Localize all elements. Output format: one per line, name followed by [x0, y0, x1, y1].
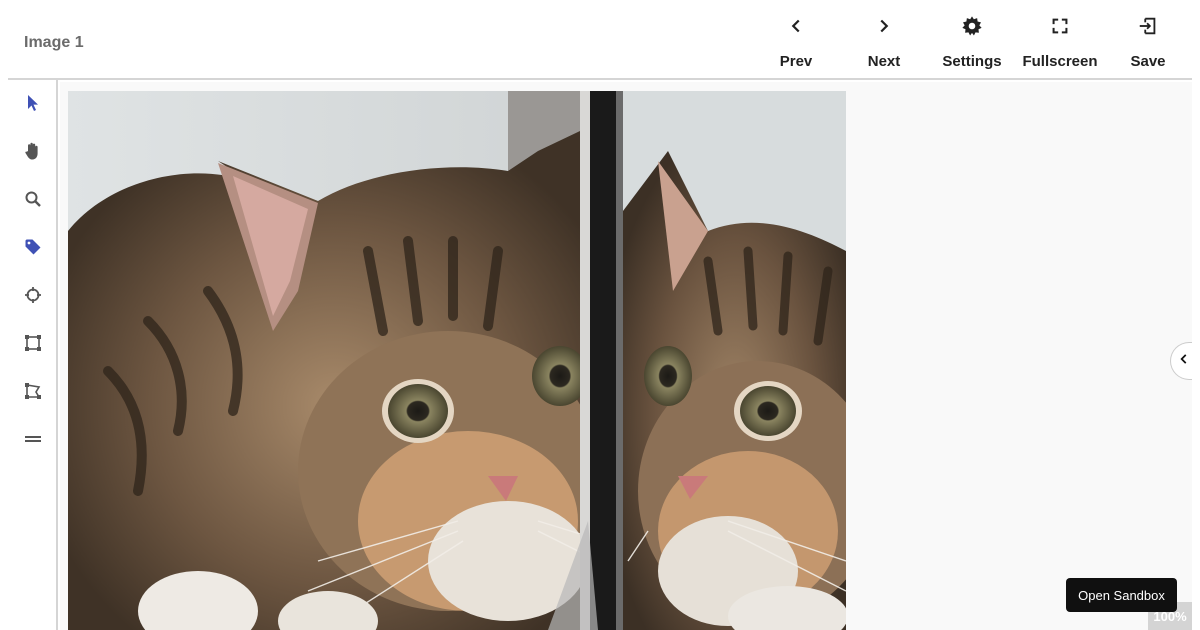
line-icon: [24, 430, 42, 453]
settings-button[interactable]: Settings: [928, 0, 1016, 78]
save-exit-icon: [1137, 15, 1159, 37]
polygon-icon: [24, 382, 42, 405]
fullscreen-icon: [1049, 15, 1071, 37]
chevron-right-icon: [873, 15, 895, 37]
tag-icon: [24, 238, 42, 261]
tool-sidebar: [8, 80, 58, 630]
fullscreen-button[interactable]: Fullscreen: [1016, 0, 1104, 78]
next-label: Next: [867, 53, 901, 70]
chevron-left-icon: [1177, 352, 1191, 371]
select-tool[interactable]: [22, 94, 44, 116]
annotated-image: [68, 91, 846, 630]
polygon-tool[interactable]: [22, 382, 44, 404]
pan-tool[interactable]: [22, 142, 44, 164]
zoom-tool[interactable]: [22, 190, 44, 212]
save-button[interactable]: Save: [1104, 0, 1192, 78]
bounding-box-icon: [24, 334, 42, 357]
cursor-arrow-icon: [25, 94, 41, 117]
save-label: Save: [1130, 53, 1166, 70]
chevron-left-icon: [785, 15, 807, 37]
crosshair-icon: [24, 286, 42, 309]
magnifier-icon: [24, 190, 42, 213]
label-tool[interactable]: [22, 238, 44, 260]
open-sandbox-button[interactable]: Open Sandbox: [1066, 578, 1177, 612]
image-title: Image 1: [24, 34, 84, 51]
prev-button[interactable]: Prev: [752, 0, 840, 78]
header-bar: Image 1 Prev Next Settings Fullscreen Sa…: [8, 0, 1192, 80]
gear-icon: [961, 15, 983, 37]
hand-icon: [23, 141, 43, 166]
bounding-box-tool[interactable]: [22, 334, 44, 356]
kitten-photo: [68, 91, 846, 630]
prev-label: Prev: [779, 53, 813, 70]
image-canvas[interactable]: 100%: [60, 82, 1192, 630]
header-toolbar: Prev Next Settings Fullscreen Save: [752, 0, 1192, 78]
next-button[interactable]: Next: [840, 0, 928, 78]
line-tool[interactable]: [22, 430, 44, 452]
settings-label: Settings: [942, 53, 1002, 70]
point-tool[interactable]: [22, 286, 44, 308]
fullscreen-label: Fullscreen: [1022, 53, 1098, 70]
collapse-panel-button[interactable]: [1170, 342, 1192, 380]
